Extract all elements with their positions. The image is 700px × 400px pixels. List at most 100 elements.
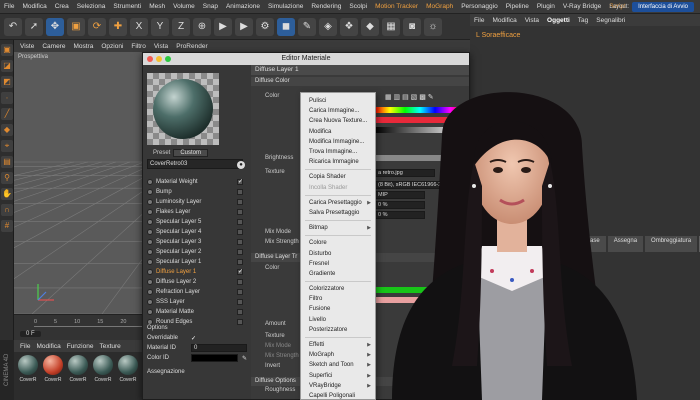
channel-radio[interactable]	[147, 249, 153, 255]
layout-selector[interactable]: Layout: Interfaccia di Avvio	[609, 2, 694, 12]
mode-icon[interactable]: ▣	[1, 44, 13, 56]
objmgr-menu-modifica[interactable]: Modifica	[492, 17, 516, 24]
deformer-icon[interactable]: ◆	[361, 17, 379, 36]
menu-modifica[interactable]: Modifica	[18, 3, 50, 10]
ctx-item-colorizzatore[interactable]: Colorizzatore	[301, 284, 375, 294]
channel-radio[interactable]	[147, 259, 153, 265]
objmgr-menu-file[interactable]: File	[474, 17, 484, 24]
menu-simulazione[interactable]: Simulazione	[264, 3, 307, 10]
channel-specular-layer-1[interactable]: Specular Layer 1	[147, 257, 243, 267]
preset-dropdown[interactable]: Custom	[173, 149, 209, 157]
rotate-icon[interactable]: ⟳	[88, 17, 106, 36]
channel-material-weight[interactable]: Material Weight ✓	[147, 177, 243, 187]
material-swatch[interactable]: CoverR	[42, 355, 64, 397]
ctx-item-incolla-shader[interactable]: Incolla Shader	[301, 183, 375, 193]
channel-sss-layer[interactable]: SSS Layer	[147, 297, 243, 307]
ctx-item-ricarica-immagine[interactable]: Ricarica Immagine	[301, 157, 375, 167]
menu-animazione[interactable]: Animazione	[222, 3, 264, 10]
undo-icon[interactable]: ↶	[4, 17, 22, 36]
zoom-icon[interactable]	[165, 56, 171, 62]
viewport-menu-mostra[interactable]: Mostra	[73, 43, 93, 50]
coord-system-icon[interactable]: ⊕	[193, 17, 211, 36]
material-swatch[interactable]: CoverR	[117, 355, 139, 397]
viewport-menu-opzioni[interactable]: Opzioni	[101, 43, 123, 50]
sculpt-icon[interactable]: ✋	[1, 188, 13, 200]
grid-icon[interactable]: #	[1, 220, 13, 232]
channel-checkbox[interactable]	[237, 289, 243, 295]
locks-icon[interactable]: ⚲	[1, 172, 13, 184]
objmgr-menu-segnalibri[interactable]: Segnalibri	[596, 17, 625, 24]
channel-material-matte[interactable]: Material Matte	[147, 307, 243, 317]
material-preview[interactable]	[147, 73, 219, 145]
ctx-item-carica-presettaggio[interactable]: Carica Presettaggio ▶	[301, 198, 375, 208]
channel-checkbox[interactable]	[237, 239, 243, 245]
channel-specular-layer-5[interactable]: Specular Layer 5	[147, 217, 243, 227]
menu-plugin[interactable]: Plugin	[533, 3, 559, 10]
light-icon[interactable]: ☼	[424, 17, 442, 36]
model-icon[interactable]: ◪	[1, 60, 13, 72]
eyedropper-icon[interactable]: ✎	[242, 355, 247, 362]
ctx-item-livello[interactable]: Livello	[301, 315, 375, 325]
channel-bump[interactable]: Bump	[147, 187, 243, 197]
ctx-item-superfici[interactable]: Superfici ▶	[301, 371, 375, 381]
channel-checkbox[interactable]: ✓	[237, 179, 243, 185]
render-view-icon[interactable]: ▶	[214, 17, 232, 36]
menu-rendering[interactable]: Rendering	[307, 3, 345, 10]
points-icon[interactable]: ∙	[1, 92, 13, 104]
minimize-icon[interactable]	[156, 56, 162, 62]
channel-luminosity-layer[interactable]: Luminosity Layer	[147, 197, 243, 207]
overridable-checkbox[interactable]: ✓	[191, 335, 196, 342]
current-frame[interactable]: 0 F	[20, 331, 41, 337]
menu-crea[interactable]: Crea	[51, 3, 73, 10]
channel-checkbox[interactable]: ✓	[237, 269, 243, 275]
viewport-menu-vista[interactable]: Vista	[154, 43, 168, 50]
menu-mesh[interactable]: Mesh	[145, 3, 169, 10]
channel-diffuse-layer-2[interactable]: Diffuse Layer 2	[147, 277, 243, 287]
menu-personaggio[interactable]: Personaggio	[457, 3, 502, 10]
cloner-icon[interactable]: ❖	[340, 17, 358, 36]
ctx-item-colore[interactable]: Colore	[301, 238, 375, 248]
cube-icon[interactable]: ◼	[277, 17, 295, 36]
objmgr-menu-tag[interactable]: Tag	[578, 17, 588, 24]
objmgr-menu-oggetti[interactable]: Oggetti	[547, 17, 570, 24]
menu-strumenti[interactable]: Strumenti	[109, 3, 145, 10]
ctx-item-pulisci[interactable]: Pulisci	[301, 96, 375, 106]
layout-dropdown[interactable]: Interfaccia di Avvio	[632, 2, 694, 12]
material-name-field[interactable]: CoverRetro03	[147, 159, 243, 169]
channel-diffuse-layer-1[interactable]: Diffuse Layer 1 ✓	[147, 267, 243, 277]
matmgr-menu-modifica[interactable]: Modifica	[36, 343, 60, 350]
texture-mode-icon[interactable]: ◩	[1, 76, 13, 88]
menu-scolpi[interactable]: Scolpi	[345, 3, 371, 10]
channel-radio[interactable]	[147, 189, 153, 195]
magnet-icon[interactable]: ∩	[1, 204, 13, 216]
channel-radio[interactable]	[147, 279, 153, 285]
material-name-icon[interactable]: ●	[237, 161, 245, 169]
ctx-item-fresnel[interactable]: Fresnel	[301, 259, 375, 269]
menu-v-ray-bridge[interactable]: V-Ray Bridge	[559, 3, 605, 10]
ctx-item-effetti[interactable]: Effetti ▶	[301, 340, 375, 350]
channel-radio[interactable]	[147, 299, 153, 305]
channel-checkbox[interactable]	[237, 209, 243, 215]
material-swatch[interactable]: CoverR	[17, 355, 39, 397]
ctx-item-modifica[interactable]: Modifica	[301, 127, 375, 137]
channel-checkbox[interactable]	[237, 219, 243, 225]
polygons-icon[interactable]: ◆	[1, 124, 13, 136]
channel-checkbox[interactable]	[237, 189, 243, 195]
menu-seleziona[interactable]: Seleziona	[73, 3, 110, 10]
ctx-item-sketch-and-toon[interactable]: Sketch and Toon ▶	[301, 360, 375, 370]
ctx-item-modifica-immagine[interactable]: Modifica Immagine...	[301, 137, 375, 147]
channel-radio[interactable]	[147, 179, 153, 185]
channel-checkbox[interactable]	[237, 249, 243, 255]
workplane-icon[interactable]: ▤	[1, 156, 13, 168]
menu-volume[interactable]: Volume	[169, 3, 199, 10]
editor-titlebar[interactable]: Editor Materiale	[143, 53, 469, 65]
axis-z-icon[interactable]: Z	[172, 17, 190, 36]
channel-radio[interactable]	[147, 199, 153, 205]
channel-radio[interactable]	[147, 219, 153, 225]
material-id-field[interactable]: 0	[191, 344, 247, 352]
select-arrow-icon[interactable]: ➚	[25, 17, 43, 36]
matmgr-menu-file[interactable]: File	[20, 343, 30, 350]
close-icon[interactable]	[147, 56, 153, 62]
viewport-menu-filtro[interactable]: Filtro	[131, 43, 145, 50]
object-item[interactable]: L Soraefficace	[476, 32, 520, 39]
